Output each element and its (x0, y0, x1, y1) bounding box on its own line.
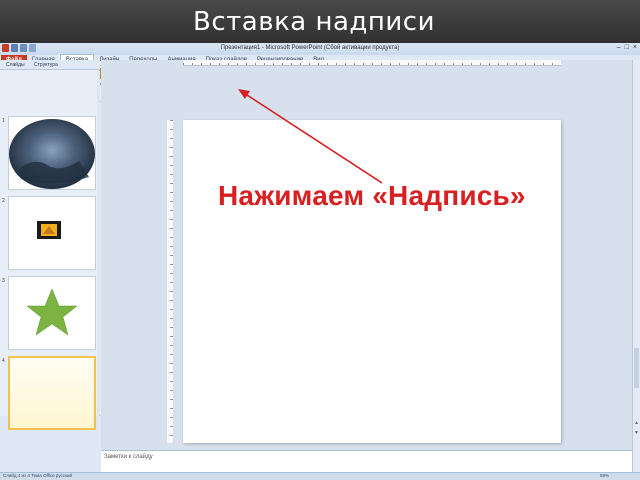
arrow-head (238, 89, 250, 99)
annotation-arrow (243, 92, 383, 184)
callout-text: Нажимаем «Надпись» (218, 180, 526, 211)
annotation-overlay (238, 89, 383, 184)
